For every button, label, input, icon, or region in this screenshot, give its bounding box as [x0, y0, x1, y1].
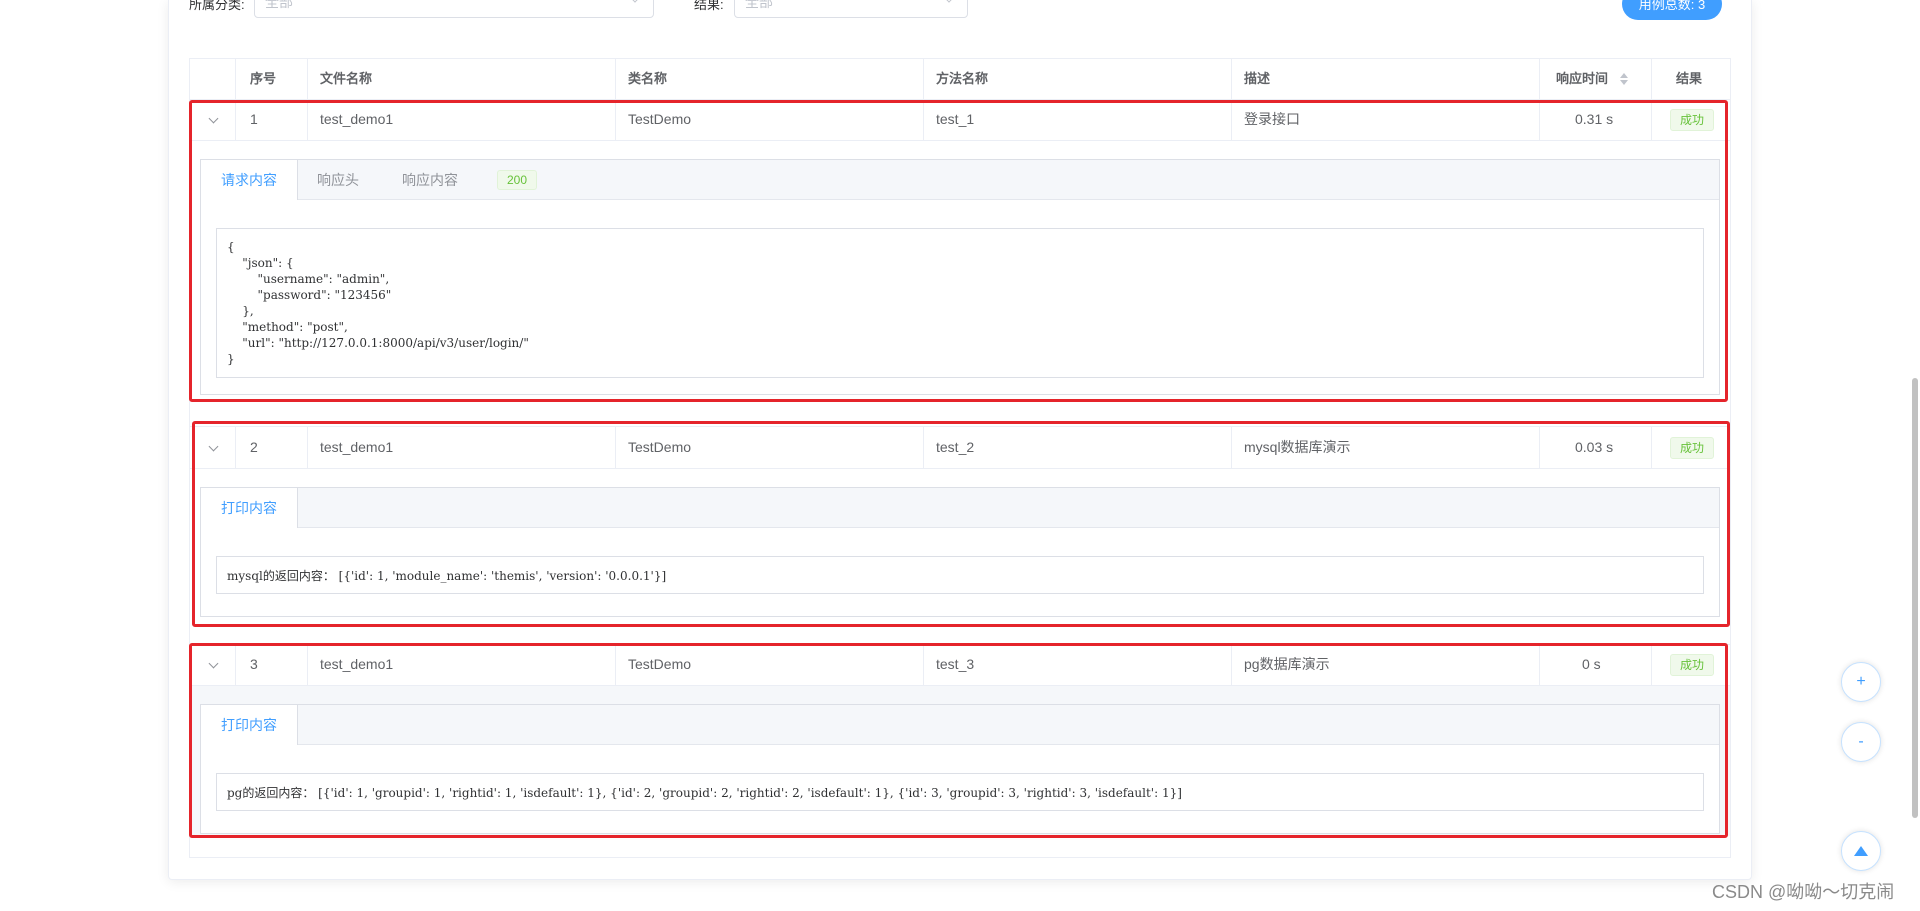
row-detail-tabs: 打印内容 mysql的返回内容： [{'id': 1, 'module_name… — [200, 487, 1720, 617]
divider — [923, 644, 924, 685]
result-filter-label: 结果: — [694, 0, 724, 12]
status-badge: 成功 — [1670, 109, 1714, 131]
divider — [1231, 427, 1232, 468]
scrollbar[interactable] — [1912, 378, 1918, 818]
print-text: mysql的返回内容： [{'id': 1, 'module_name': 't… — [227, 569, 667, 583]
header-result: 结果 — [1676, 71, 1703, 86]
divider — [1539, 644, 1540, 685]
result-filter-select[interactable]: 全部 — [734, 0, 968, 18]
divider — [615, 59, 616, 140]
header-time[interactable]: 响应时间 — [1556, 59, 1608, 99]
header-desc: 描述 — [1244, 71, 1271, 86]
row-file: test_demo1 — [320, 111, 394, 127]
row-class: TestDemo — [628, 656, 692, 672]
tab-response-body[interactable]: 响应内容 — [379, 160, 481, 199]
row-class: TestDemo — [628, 439, 692, 455]
row-class: TestDemo — [628, 111, 692, 127]
divider — [1231, 59, 1232, 140]
request-json: { "json": { "username": "admin", "passwo… — [227, 240, 529, 366]
tab-bar — [201, 488, 1719, 528]
chevron-down-icon[interactable] — [208, 658, 219, 669]
row-index: 3 — [250, 656, 258, 672]
tab-bar — [201, 705, 1719, 745]
row-time: 0.31 s — [1575, 111, 1614, 127]
print-content: mysql的返回内容： [{'id': 1, 'module_name': 't… — [216, 556, 1704, 594]
row-index: 1 — [250, 111, 258, 127]
tab-print[interactable]: 打印内容 — [201, 705, 298, 745]
row-method: test_2 — [936, 439, 975, 455]
watermark: CSDN @呦呦～切克闹 — [1712, 882, 1895, 902]
category-filter-value: 全部 — [265, 0, 293, 10]
row-time: 0 s — [1582, 656, 1601, 672]
chevron-down-icon — [629, 0, 641, 3]
divider — [1651, 644, 1652, 685]
total-cases-button[interactable]: 用例总数: 3 — [1622, 0, 1722, 20]
plus-icon[interactable]: + — [1841, 662, 1881, 702]
chevron-down-icon — [943, 0, 955, 3]
row-desc: pg数据库演示 — [1244, 656, 1330, 672]
row-time: 0.03 s — [1575, 439, 1614, 455]
row-desc: mysql数据库演示 — [1244, 439, 1351, 455]
tab-response-headers[interactable]: 响应头 — [297, 160, 379, 199]
divider — [1651, 427, 1652, 468]
print-content: pg的返回内容： [{'id': 1, 'groupid': 1, 'right… — [216, 773, 1704, 811]
row-file: test_demo1 — [320, 656, 394, 672]
divider — [190, 468, 1730, 469]
row-desc: 登录接口 — [1244, 111, 1300, 127]
print-text: pg的返回内容： [{'id': 1, 'groupid': 1, 'right… — [227, 786, 1182, 800]
sort-icon[interactable] — [1619, 72, 1629, 86]
divider — [307, 427, 308, 468]
divider — [1539, 59, 1540, 140]
category-filter-label: 所属分类: — [189, 0, 245, 12]
divider — [923, 59, 924, 140]
chevron-down-icon[interactable] — [208, 441, 219, 452]
divider — [923, 427, 924, 468]
row-method: test_3 — [936, 656, 975, 672]
divider — [1651, 59, 1652, 140]
divider — [615, 427, 616, 468]
tab-print[interactable]: 打印内容 — [201, 488, 298, 528]
divider — [615, 644, 616, 685]
header-file: 文件名称 — [320, 71, 373, 86]
results-table: 序号 文件名称 类名称 方法名称 描述 响应时间 结果 1 test_demo1… — [189, 58, 1731, 858]
divider — [307, 59, 308, 140]
chevron-down-icon[interactable] — [208, 113, 219, 124]
status-badge: 成功 — [1670, 437, 1714, 459]
minus-icon[interactable]: - — [1841, 722, 1881, 762]
status-badge: 成功 — [1670, 654, 1714, 676]
row-file: test_demo1 — [320, 439, 394, 455]
status-code-badge: 200 — [497, 170, 537, 190]
header-class: 类名称 — [628, 71, 668, 86]
row-method: test_1 — [936, 111, 975, 127]
divider — [235, 644, 236, 685]
divider — [307, 644, 308, 685]
category-filter-select[interactable]: 全部 — [254, 0, 654, 18]
divider — [235, 59, 236, 140]
divider — [1231, 644, 1232, 685]
request-content: { "json": { "username": "admin", "passwo… — [216, 228, 1704, 378]
header-index: 序号 — [250, 71, 277, 86]
row-index: 2 — [250, 439, 258, 455]
back-to-top-button[interactable] — [1841, 831, 1881, 871]
header-method: 方法名称 — [936, 71, 989, 86]
tab-request[interactable]: 请求内容 — [201, 160, 298, 200]
row-detail-tabs: 打印内容 pg的返回内容： [{'id': 1, 'groupid': 1, '… — [200, 704, 1720, 834]
row-detail-tabs: 请求内容 响应头 响应内容 200 { "json": { "username"… — [200, 159, 1720, 395]
result-filter-value: 全部 — [745, 0, 773, 10]
divider — [235, 427, 236, 468]
caret-up-icon — [1854, 846, 1868, 856]
divider — [190, 140, 1730, 141]
divider — [1539, 427, 1540, 468]
